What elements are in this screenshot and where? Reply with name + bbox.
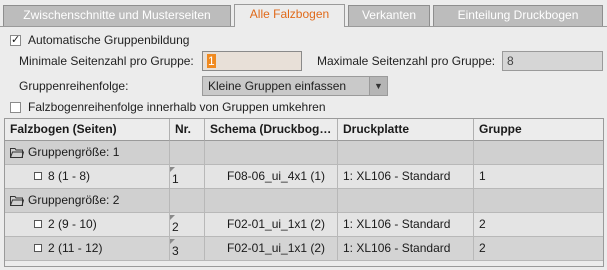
cell-nr: 1: [170, 165, 205, 188]
reverse-order-checkbox[interactable]: [10, 102, 21, 113]
sheet-icon: [34, 243, 42, 252]
cell-schema: F08-06_ui_4x1 (1): [205, 165, 338, 188]
col-header-schema[interactable]: Schema (Druckbog…: [205, 119, 338, 141]
cell-falzbogen: 2 (11 - 12): [5, 237, 170, 260]
cell-falzbogen: 8 (1 - 8): [5, 165, 170, 188]
cell-gruppe: 2: [479, 217, 486, 231]
table-group-row[interactable]: Gruppengröße: 1: [5, 141, 603, 165]
col-header-druckplatte[interactable]: Druckplatte: [338, 119, 474, 141]
group-order-select[interactable]: Kleine Gruppen einfassen ▼: [202, 76, 388, 96]
group-cell-druckplatte: [338, 189, 474, 212]
tab-einteilung-druckbogen[interactable]: Einteilung Druckbogen: [433, 5, 603, 26]
corner-marker-icon: [170, 167, 175, 172]
corner-marker-icon: [170, 239, 175, 244]
col-header-falzbogen[interactable]: Falzbogen (Seiten): [5, 119, 170, 141]
auto-group-label: Automatische Gruppenbildung: [28, 33, 190, 47]
folder-open-icon[interactable]: [10, 195, 24, 207]
table-row[interactable]: 2 (9 - 10) 2 F02-01_ui_1x1 (2) 1: XL106 …: [5, 213, 603, 237]
tab-alle-falzbogen[interactable]: Alle Falzbogen: [234, 4, 345, 27]
cell-gruppe: 1: [479, 169, 486, 183]
group-cell: Gruppengröße: 1: [5, 141, 170, 164]
auto-group-checkbox[interactable]: ✓: [10, 35, 21, 46]
cell-gruppe: 2: [479, 241, 486, 255]
cell-schema: F02-01_ui_1x1 (2): [205, 213, 338, 236]
group-cell-schema: [205, 189, 338, 212]
max-pages-input[interactable]: 8: [502, 51, 603, 71]
sheet-icon: [34, 219, 42, 228]
table-group-row[interactable]: Gruppengröße: 2: [5, 189, 603, 213]
cell-nr: 3: [170, 237, 205, 260]
min-pages-input[interactable]: 1: [202, 51, 302, 71]
sheet-icon: [34, 171, 42, 180]
group-order-label: Gruppenreihenfolge:: [19, 79, 129, 93]
cell-druckplatte: 1: XL106 - Standard: [338, 237, 474, 260]
min-pages-label: Minimale Seitenzahl pro Gruppe:: [19, 54, 194, 68]
cell-druckplatte: 1: XL106 - Standard: [338, 165, 474, 188]
col-header-gruppe[interactable]: Gruppe: [474, 119, 603, 141]
cell-schema: F02-01_ui_1x1 (2): [205, 237, 338, 260]
tab-bar: Zwischenschnitte und Musterseiten Alle F…: [0, 0, 607, 27]
cell-nr: 2: [170, 213, 205, 236]
group-cell-druckplatte: [338, 141, 474, 164]
group-label: Gruppengröße: 1: [28, 145, 120, 159]
folder-open-icon[interactable]: [10, 147, 24, 159]
tab-verkanten[interactable]: Verkanten: [348, 5, 430, 26]
corner-marker-icon: [170, 215, 175, 220]
reverse-order-label: Falzbogenreihenfolge innerhalb von Grupp…: [28, 100, 326, 114]
table-row[interactable]: 8 (1 - 8) 1 F08-06_ui_4x1 (1) 1: XL106 -…: [5, 165, 603, 189]
group-cell: Gruppengröße: 2: [5, 189, 170, 212]
tab-zwischenschnitte[interactable]: Zwischenschnitte und Musterseiten: [3, 5, 231, 26]
group-cell-schema: [205, 141, 338, 164]
cell-druckplatte: 1: XL106 - Standard: [338, 213, 474, 236]
falzbogen-table: Falzbogen (Seiten) Nr. Schema (Druckbog……: [4, 118, 604, 267]
table-row[interactable]: 2 (11 - 12) 3 F02-01_ui_1x1 (2) 1: XL106…: [5, 237, 603, 261]
group-cell-nr: [170, 189, 205, 212]
cell-falzbogen: 2 (9 - 10): [5, 213, 170, 236]
chevron-down-icon[interactable]: ▼: [369, 77, 387, 95]
group-cell-nr: [170, 141, 205, 164]
max-pages-label: Maximale Seitenzahl pro Gruppe:: [317, 54, 496, 68]
col-header-nr[interactable]: Nr.: [170, 119, 205, 141]
group-label: Gruppengröße: 2: [28, 193, 120, 207]
min-pages-value: 1: [207, 54, 216, 68]
group-order-value: Kleine Gruppen einfassen: [208, 79, 347, 93]
